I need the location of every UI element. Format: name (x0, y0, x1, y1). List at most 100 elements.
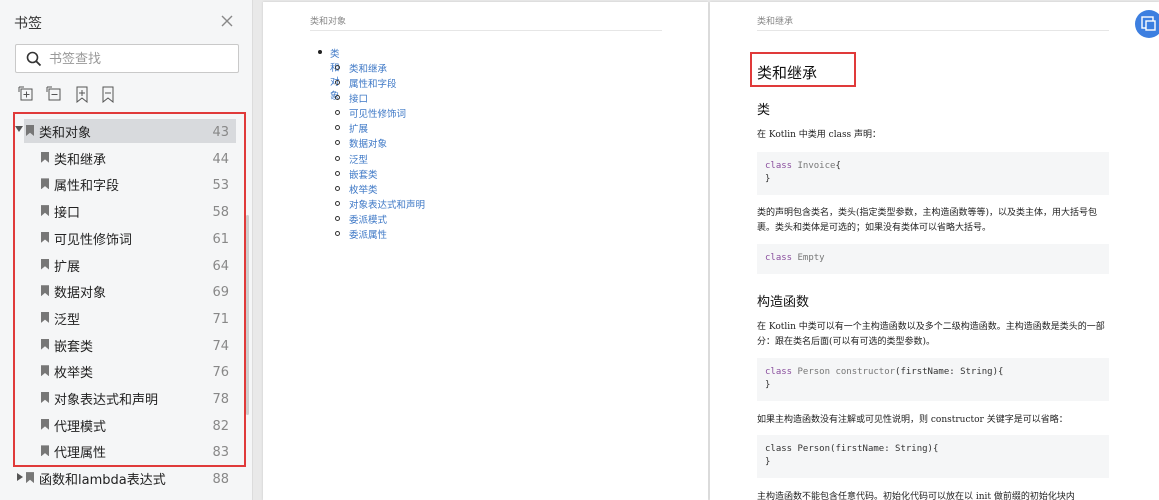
bookmark-item[interactable]: 函数和lambda表达式 88 (0, 464, 253, 491)
bookmark-item[interactable]: 类和继承 44 (0, 144, 253, 171)
toc-label: 枚举类 (349, 184, 378, 196)
paragraph: 在 Kotlin 中类用 class 声明： (757, 130, 882, 140)
bookmark-icon (41, 365, 49, 377)
code-text: { (835, 161, 841, 171)
bookmark-page-number: 74 (212, 338, 229, 354)
bookmark-item[interactable]: 嵌套类 74 (0, 331, 253, 358)
bookmark-search[interactable] (15, 44, 239, 73)
bookmark-page-number: 64 (212, 258, 229, 274)
code-text: (firstName: String){ (895, 367, 1004, 377)
paragraph: 在 Kotlin 中类可以有一个主构造函数以及多个二级构造函数。主构造函数是类头… (757, 322, 1105, 347)
bullet-icon (335, 215, 340, 221)
bookmark-label: 函数和lambda表达式 (39, 473, 166, 489)
code-block: class Invoice{ } (757, 152, 1109, 195)
bookmark-item[interactable]: 代理模式 82 (0, 411, 253, 438)
toc-label: 类和对象 (330, 49, 340, 102)
paragraph: 主构造函数不能包含任意代码。初始化代码可以放在以 init 做前缀的初始化块内 (757, 492, 1075, 500)
floating-tool-button[interactable] (1135, 10, 1159, 38)
bookmark-page-number: 88 (212, 472, 229, 488)
bullet-icon (335, 110, 340, 116)
bullet-icon (335, 155, 340, 161)
code-block: class Person(firstName: String){ } (757, 435, 1109, 478)
header-rule (757, 30, 1109, 31)
bookmark-item[interactable]: 泛型 71 (0, 304, 253, 331)
bookmark-page-number: 53 (212, 178, 229, 194)
paragraph: 如果主构造函数没有注解或可见性说明，则 constructor 关键字是可以省略… (757, 415, 1068, 425)
bookmark-item[interactable]: 类和对象 43 (0, 117, 253, 144)
toc-label: 属性和字段 (349, 79, 397, 91)
toc-label: 嵌套类 (349, 169, 378, 181)
bookmark-item[interactable]: 接口 58 (0, 197, 253, 224)
bookmark-page-number: 69 (212, 285, 229, 301)
toc-label: 可见性修饰词 (349, 109, 407, 121)
code-text: class Person(firstName: String){ (765, 444, 939, 454)
bookmark-page-number: 78 (212, 392, 229, 407)
bookmark-item[interactable]: 属性和字段 53 (0, 170, 253, 197)
bullet-icon (335, 185, 340, 191)
close-icon[interactable] (218, 12, 236, 30)
expand-all-icon[interactable] (18, 86, 34, 103)
bookmark-icon (41, 418, 49, 430)
bookmark-label: 属性和字段 (54, 179, 120, 195)
bookmark-icon (41, 338, 49, 350)
bookmark-label: 扩展 (54, 259, 81, 275)
header-rule (310, 30, 662, 31)
bookmark-page-number: 43 (212, 125, 229, 140)
code-text: } (765, 174, 771, 184)
running-head: 类和继承 (757, 17, 794, 27)
toc-label: 委派模式 (349, 214, 388, 226)
scrollbar[interactable] (246, 215, 249, 415)
search-icon (26, 51, 42, 67)
collapse-arrow-icon[interactable] (17, 473, 23, 482)
code-text: } (765, 380, 771, 390)
window-icon (1141, 16, 1156, 31)
bullet-icon (335, 170, 340, 176)
search-input[interactable] (49, 49, 229, 69)
toc-label: 接口 (349, 94, 369, 106)
code-name: Empty (792, 253, 825, 263)
toc-label: 泛型 (349, 154, 369, 166)
bookmark-label: 接口 (54, 206, 81, 222)
bookmark-icon (26, 472, 34, 484)
bookmark-item[interactable]: 数据对象 69 (0, 277, 253, 304)
bookmark-item[interactable]: 扩展 64 (0, 251, 253, 278)
bookmark-icon (41, 392, 49, 403)
bookmark-label: 对象表达式和声明 (54, 393, 159, 408)
bookmark-panel: 书签 类和对象 43 类和继承 44 属性和字段 53 接口 58 可见性修饰词 61 扩展 64 数据… (0, 0, 253, 500)
bullet-icon (335, 125, 340, 131)
bookmark-label: 代理模式 (54, 419, 107, 435)
bookmark-label: 类和对象 (39, 126, 92, 141)
collapse-all-icon[interactable] (46, 86, 62, 103)
document-page-left: 类和对象 类和对象 类和继承 属性和字段 接口 可见性修饰词 扩展 数据对象 泛型 嵌套类 枚举… (263, 2, 708, 500)
toc-label: 数据对象 (349, 139, 388, 151)
bookmark-icon (41, 231, 49, 243)
expand-arrow-icon[interactable] (15, 126, 23, 132)
code-name: Invoice (792, 161, 836, 171)
code-keyword: class (765, 161, 793, 171)
bookmark-page-number: 61 (212, 231, 229, 247)
bookmark-item[interactable]: 对象表达式和声明 78 (0, 384, 253, 411)
add-bookmark-icon[interactable] (74, 86, 90, 103)
bookmark-item[interactable]: 可见性修饰词 61 (0, 224, 253, 251)
bookmark-icon (41, 178, 49, 190)
bookmark-icon (41, 285, 49, 297)
bookmark-item[interactable]: 代理属性 83 (0, 437, 253, 464)
bookmark-page-number: 71 (212, 311, 229, 327)
bookmark-page-number: 44 (212, 151, 229, 167)
bookmark-page-number: 83 (212, 445, 229, 461)
bookmark-item[interactable]: 枚举类 76 (0, 357, 253, 384)
bullet-icon (335, 231, 340, 237)
remove-bookmark-icon[interactable] (100, 86, 116, 103)
bookmark-icon (41, 311, 49, 323)
bookmark-page-number: 76 (212, 365, 229, 381)
bookmark-label: 可见性修饰词 (54, 232, 133, 248)
bookmark-page-number: 58 (212, 205, 229, 221)
subsection-heading: 构造函数 (757, 295, 810, 310)
code-block: class Person constructor(firstName: Stri… (757, 358, 1109, 401)
bookmark-icon (41, 445, 49, 457)
toc-label: 委派属性 (349, 230, 388, 242)
section-heading: 类和继承 (757, 64, 818, 82)
code-keyword: class (765, 367, 793, 377)
bullet-icon (335, 65, 340, 70)
bookmark-label: 枚举类 (54, 366, 94, 382)
